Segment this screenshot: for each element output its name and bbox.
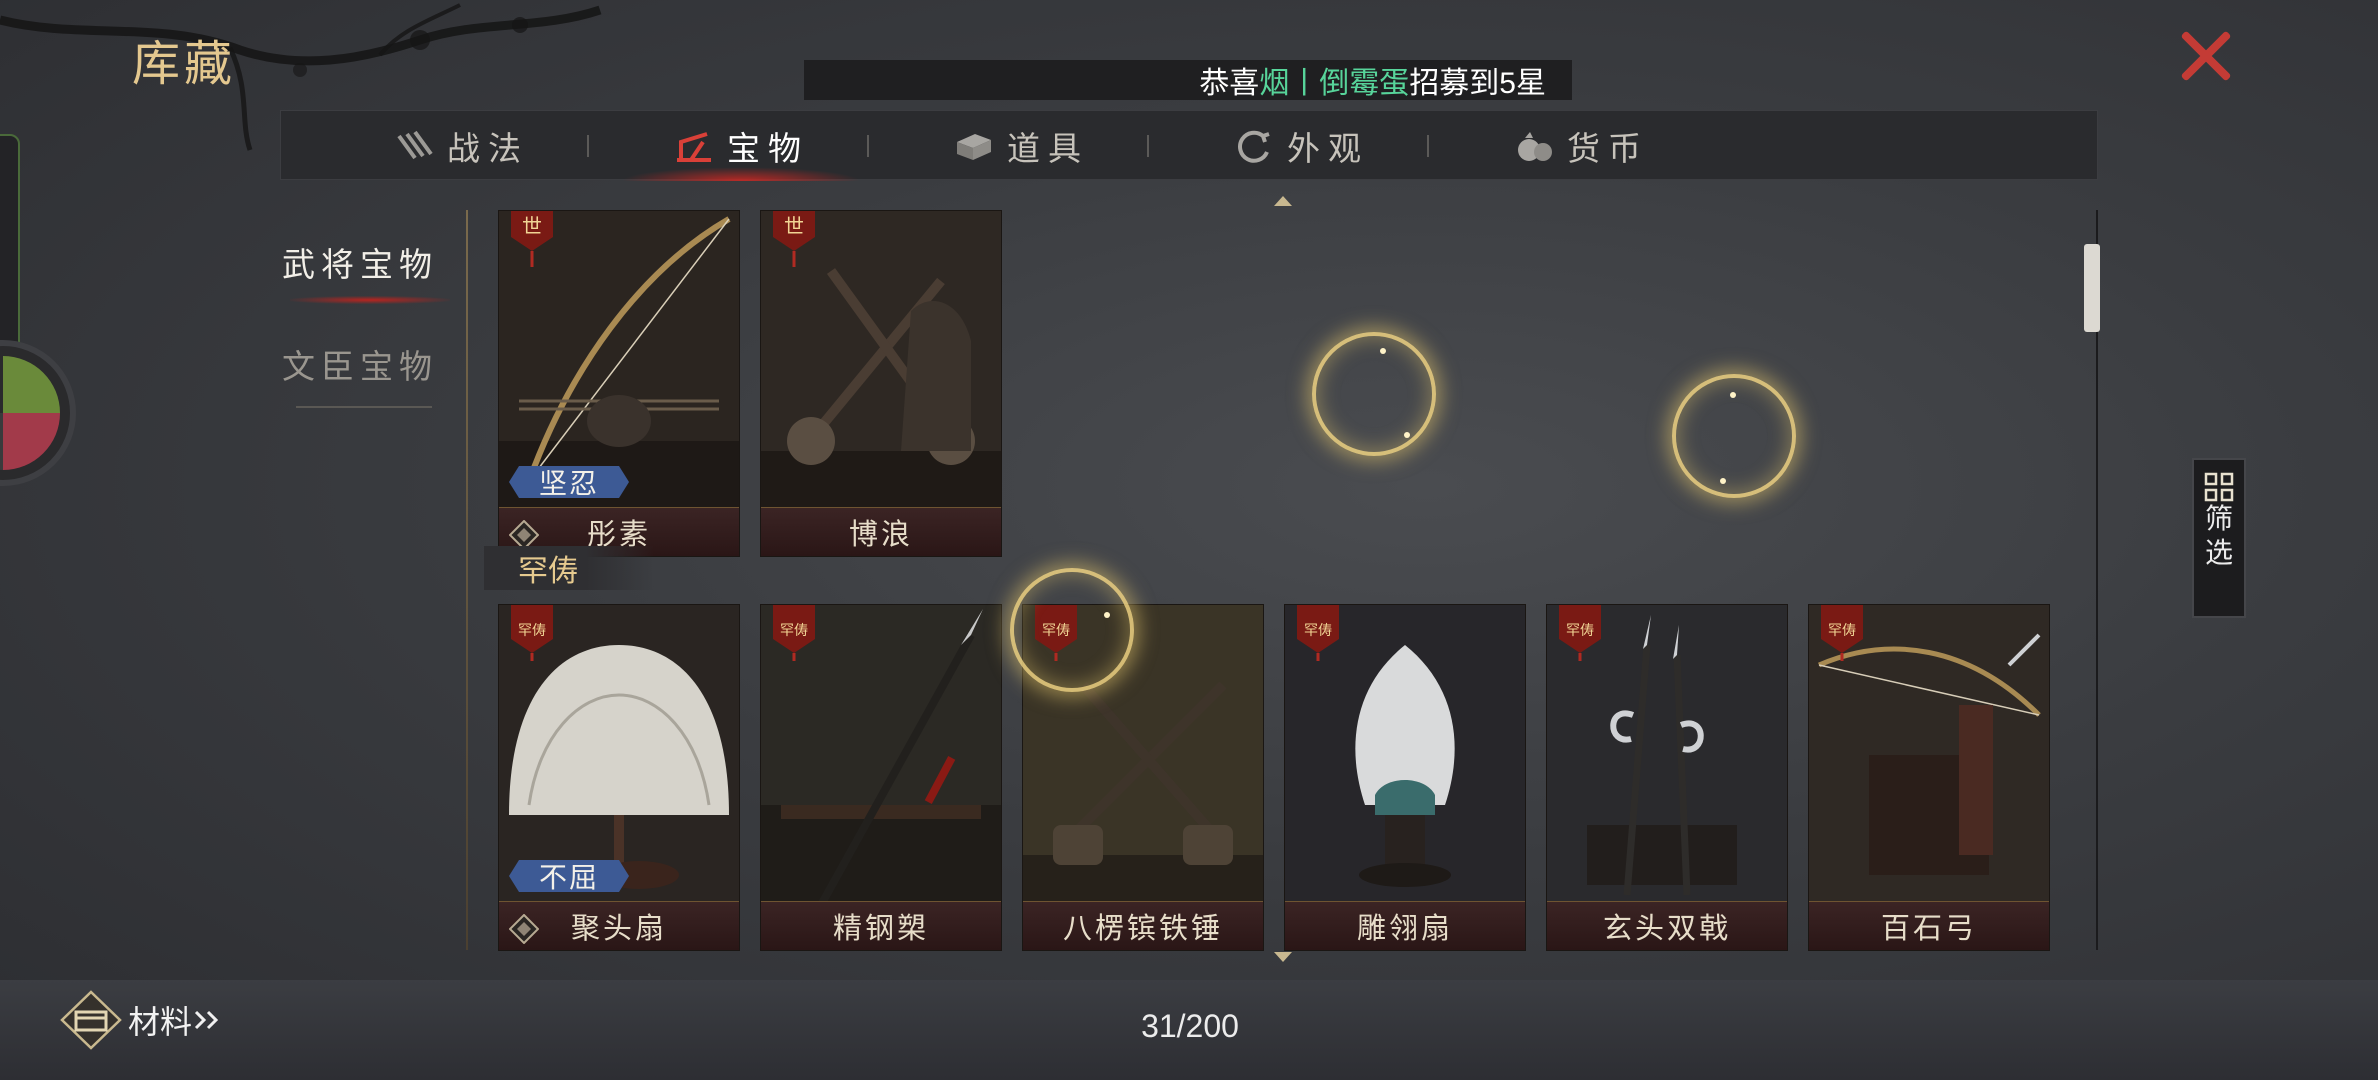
scroll-down-arrow-icon[interactable] [1274,952,1292,962]
svg-text:世: 世 [522,214,542,238]
ticker-player: 烟丨倒霉蛋 [1259,67,1410,100]
treasure-name: 八楞镔铁锤 [1023,901,1263,950]
side-wheel-widget[interactable] [0,340,76,486]
money-bag-icon [1518,132,1552,161]
tab-currency[interactable]: 货币 [1441,111,1721,181]
rare-rank-badge-icon: 罕俦 [1821,605,1863,661]
tab-label: 战法 [447,129,529,168]
close-icon[interactable] [2178,28,2234,84]
tab-appearance[interactable]: 外观 [1161,111,1441,181]
svg-text:罕俦: 罕俦 [1566,623,1594,639]
treasure-icon [677,132,711,162]
glow-ring-effect [1312,332,1436,456]
double-chevron-right-icon [194,1010,219,1030]
inventory-count: 31/200 [1141,1008,1239,1044]
diamond-rank-icon [509,914,539,944]
sidebar-item-general-treasures[interactable]: 武将宝物 [282,238,438,286]
treasure-name: 精钢槊 [761,901,1001,950]
materials-button[interactable]: 材料 [58,990,222,1050]
swirl-icon [1238,130,1270,163]
sidebar-divider [296,406,432,408]
wheel-segments-icon [0,356,60,470]
side-drawer-handle[interactable] [0,134,20,358]
announcement-ticker: 恭喜 烟丨倒霉蛋 招募到5星 [804,60,1572,100]
trait-tag: 不屈 [509,858,629,894]
filter-label-1: 筛 [2204,502,2233,535]
treasure-name: 玄头双戟 [1547,901,1787,950]
scroll-bundle-icon [397,130,433,160]
rare-rank-badge-icon: 罕俦 [511,605,553,661]
treasure-name: 博浪 [761,507,1001,556]
treasure-card[interactable]: 罕俦 精钢槊 [760,604,1002,951]
item-box-icon [957,134,991,160]
svg-text:罕俦: 罕俦 [518,623,546,639]
sidebar-active-underline [290,296,450,304]
category-tab-bar: 战法 宝物 道具 外观 货币 [280,110,2098,181]
treasure-card[interactable]: 罕俦 玄头双戟 [1546,604,1788,951]
rare-rank-badge-icon: 罕俦 [773,605,815,661]
treasure-card[interactable]: 世 博浪 [760,210,1002,557]
treasure-card[interactable]: 世 坚忍 彤素 [498,210,740,557]
trait-tag: 坚忍 [509,464,629,500]
ticker-prefix: 恭喜 [1199,67,1260,100]
scrollbar-thumb[interactable] [2084,244,2100,332]
legendary-rank-badge-icon: 世 [511,211,553,267]
tab-separator [867,135,869,157]
rare-rank-badge-icon: 罕俦 [1559,605,1601,661]
filter-label-2: 选 [2204,536,2233,569]
svg-text:罕俦: 罕俦 [1304,623,1332,639]
treasure-card[interactable]: 罕俦 雕翎扇 [1284,604,1526,951]
tab-tactics[interactable]: 战法 [321,111,601,181]
tab-separator [587,135,589,157]
legendary-rank-badge-icon: 世 [773,211,815,267]
tab-label: 宝物 [727,129,809,168]
section-header-rare: 罕俦 [484,546,654,590]
tab-label: 道具 [1007,129,1089,168]
svg-text:罕俦: 罕俦 [1828,623,1856,639]
treasure-name: 百石弓 [1809,901,2049,950]
rare-rank-badge-icon: 罕俦 [1297,605,1339,661]
svg-text:世: 世 [784,214,804,238]
treasure-card[interactable]: 罕俦 不屈 聚头扇 [498,604,740,951]
materials-label: 材料 [128,1004,193,1040]
treasure-card[interactable]: 罕俦 百石弓 [1808,604,2050,951]
treasure-name: 雕翎扇 [1285,901,1525,950]
filter-button[interactable]: 筛 选 [2192,458,2246,618]
tab-label: 货币 [1567,129,1649,168]
grid-filter-icon [2204,472,2234,502]
scroll-up-arrow-icon[interactable] [1274,196,1292,206]
tab-separator [1147,135,1149,157]
tab-items[interactable]: 道具 [881,111,1161,181]
content-divider [466,210,468,950]
ticker-suffix: 招募到5星 [1409,67,1546,100]
svg-text:罕俦: 罕俦 [780,623,808,639]
tab-label: 外观 [1287,129,1369,168]
tab-treasures[interactable]: 宝物 [601,111,881,181]
tab-separator [1427,135,1429,157]
glow-ring-effect [1010,568,1134,692]
materials-chest-icon [60,990,122,1050]
glow-ring-effect [1672,374,1796,498]
sidebar-item-minister-treasures[interactable]: 文臣宝物 [282,340,438,388]
page-title: 库藏 [132,36,237,92]
